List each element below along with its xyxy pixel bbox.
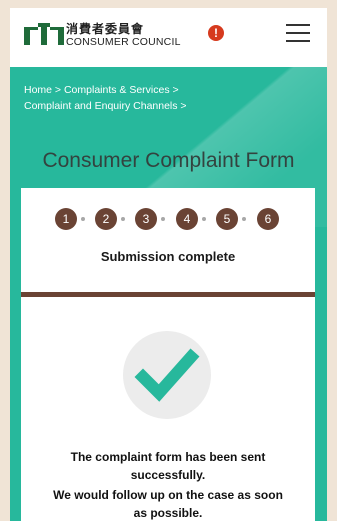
step-connector-dot (81, 217, 85, 221)
step-3: 3 (135, 208, 157, 230)
page-frame: 消費者委員會 CONSUMER COUNCIL ! Home > Complai… (10, 8, 327, 521)
logo-chinese-text: 消費者委員會 (66, 22, 145, 36)
page-title: Consumer Complaint Form (42, 149, 295, 172)
alert-icon[interactable]: ! (208, 25, 224, 41)
site-header: 消費者委員會 CONSUMER COUNCIL ! (10, 8, 327, 67)
success-message-line-2: successfully. (130, 468, 206, 482)
success-check-icon (123, 331, 211, 419)
step-4: 4 (176, 208, 198, 230)
breadcrumb-line-1[interactable]: Home > Complaints & Services > (24, 84, 179, 96)
step-connector-dot (202, 217, 206, 221)
submission-status: Submission complete (100, 249, 236, 264)
hamburger-menu-icon[interactable] (286, 24, 310, 42)
success-message-line-1: The complaint form has been sent (70, 450, 266, 464)
step-6: 6 (257, 208, 279, 230)
section-divider (21, 292, 315, 297)
consumer-council-logo[interactable] (24, 23, 64, 45)
success-message-line-4: as possible. (133, 506, 203, 520)
step-connector-dot (121, 217, 125, 221)
step-5: 5 (216, 208, 238, 230)
success-message-line-3: We would follow up on the case as soon (53, 488, 283, 502)
step-indicator: 1 2 3 4 5 6 (21, 208, 315, 232)
step-connector-dot (242, 217, 246, 221)
step-1: 1 (55, 208, 77, 230)
step-connector-dot (161, 217, 165, 221)
form-card: 1 2 3 4 5 6 Submission complete The comp… (21, 188, 315, 521)
breadcrumb-line-2[interactable]: Complaint and Enquiry Channels > (24, 100, 187, 112)
logo-english-text: CONSUMER COUNCIL (66, 36, 181, 48)
step-2: 2 (95, 208, 117, 230)
